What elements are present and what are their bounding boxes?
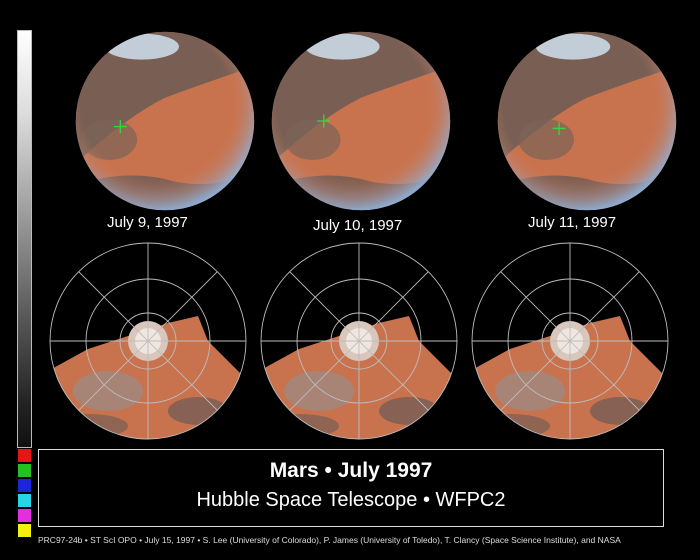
grayscale-bar: [17, 30, 32, 448]
polar-map-2: [260, 242, 458, 440]
swatch-cyan: [17, 493, 32, 508]
swatch-magenta: [17, 508, 32, 523]
date-label-3: July 11, 1997: [528, 214, 617, 231]
caption-box: Mars • July 1997 Hubble Space Telescope …: [38, 449, 664, 527]
mars-globe-3: [497, 31, 677, 211]
swatch-red: [17, 448, 32, 463]
color-swatches: [17, 448, 32, 538]
swatch-blue: [17, 478, 32, 493]
polar-map-3: [471, 242, 669, 440]
polar-map-1: [49, 242, 247, 440]
caption-subtitle: Hubble Space Telescope • WFPC2: [196, 489, 506, 511]
mars-globe-2: [271, 31, 451, 211]
mars-globe-1: [75, 31, 255, 211]
swatch-yellow: [17, 523, 32, 538]
image-credit: PRC97-24b • ST ScI OPO • July 15, 1997 •…: [38, 535, 621, 545]
date-label-1: July 9, 1997: [107, 214, 188, 231]
caption-title: Mars • July 1997: [269, 459, 433, 482]
swatch-green: [17, 463, 32, 478]
date-label-2: July 10, 1997: [313, 217, 403, 234]
